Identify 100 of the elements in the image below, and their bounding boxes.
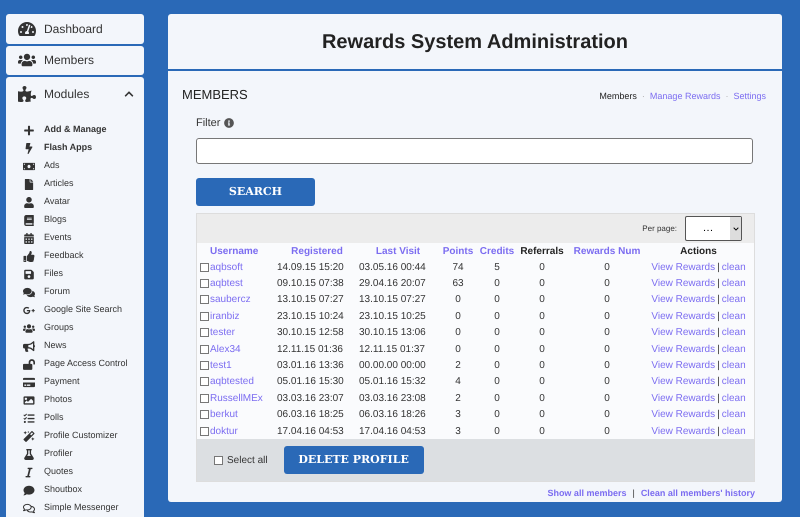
- column-header[interactable]: Points: [438, 244, 478, 258]
- module-link[interactable]: Articles: [23, 175, 144, 193]
- section-nav-link[interactable]: Members: [599, 90, 637, 104]
- username-link[interactable]: RussellMEx: [209, 390, 263, 406]
- row-checkbox[interactable]: [200, 279, 209, 288]
- select-all-label: Select all: [227, 454, 268, 468]
- column-header[interactable]: Rewards Num: [568, 244, 646, 258]
- action-link[interactable]: clean: [722, 342, 746, 357]
- section-nav-link[interactable]: Settings: [733, 90, 766, 104]
- modules-toggle[interactable]: Modules: [6, 77, 144, 111]
- search-button[interactable]: SEARCH: [196, 178, 315, 206]
- row-checkbox[interactable]: [200, 394, 209, 403]
- module-link[interactable]: Profile Customizer: [23, 427, 144, 445]
- module-link[interactable]: Ads: [23, 157, 144, 175]
- module-link[interactable]: Profiler: [23, 445, 144, 463]
- module-link[interactable]: Files: [23, 265, 144, 283]
- credit-card-icon: [23, 376, 35, 388]
- module-link[interactable]: Simple Messenger: [23, 499, 144, 517]
- row-checkbox[interactable]: [200, 426, 209, 436]
- action-link[interactable]: clean: [722, 358, 746, 374]
- action-link[interactable]: View Rewards: [651, 358, 716, 374]
- link-separator: |: [632, 487, 635, 500]
- module-link[interactable]: Shoutbox: [23, 481, 144, 499]
- sidebar-item[interactable]: Dashboard: [6, 14, 144, 44]
- module-link[interactable]: Quotes: [23, 463, 144, 481]
- table-cell-text: 4: [454, 375, 462, 390]
- action-link[interactable]: clean: [722, 407, 746, 422]
- column-header[interactable]: Username: [200, 244, 276, 258]
- section-nav-link[interactable]: Manage Rewards: [650, 90, 720, 104]
- action-link[interactable]: View Rewards: [651, 342, 716, 357]
- module-link[interactable]: Events: [23, 229, 144, 247]
- row-checkbox[interactable]: [200, 377, 209, 386]
- row-checkbox[interactable]: [200, 295, 209, 304]
- module-link[interactable]: Avatar: [23, 193, 144, 211]
- action-link[interactable]: View Rewards: [651, 390, 716, 406]
- module-link[interactable]: Groups: [23, 319, 144, 337]
- action-link[interactable]: View Rewards: [651, 325, 716, 340]
- module-link[interactable]: Google Site Search: [23, 301, 144, 319]
- action-link[interactable]: clean: [722, 292, 746, 308]
- action-link[interactable]: clean: [722, 374, 746, 390]
- row-checkbox[interactable]: [200, 262, 209, 272]
- module-link[interactable]: Page Access Control: [23, 355, 144, 373]
- column-header[interactable]: Last Visit: [358, 244, 438, 258]
- action-link[interactable]: View Rewards: [651, 424, 716, 439]
- megaphone-icon: [23, 340, 35, 352]
- module-link[interactable]: Photos: [23, 391, 144, 409]
- footer-link[interactable]: Show all members: [547, 487, 626, 501]
- sidebar-item[interactable]: Members: [6, 46, 144, 75]
- action-link[interactable]: View Rewards: [651, 276, 716, 292]
- module-link[interactable]: Add & Manage: [23, 121, 144, 139]
- username-link[interactable]: aqbsoft: [209, 260, 243, 275]
- action-link[interactable]: clean: [722, 260, 746, 275]
- footer-link[interactable]: Clean all members' history: [640, 487, 755, 501]
- username-link[interactable]: doktur: [209, 424, 238, 439]
- unlock-icon: [23, 358, 35, 370]
- username-link[interactable]: tester: [209, 325, 236, 340]
- module-link[interactable]: Flash Apps: [23, 139, 144, 157]
- table-cell-text: 0: [538, 310, 546, 324]
- row-checkbox[interactable]: [200, 344, 209, 354]
- delete-profile-button[interactable]: DELETE PROFILE: [284, 446, 424, 474]
- username-link[interactable]: aqbtested: [209, 374, 254, 390]
- column-header[interactable]: Credits: [478, 244, 516, 258]
- table-cell-text: 17.04.16 04:53: [358, 424, 427, 439]
- username-link[interactable]: Alex34: [209, 342, 241, 357]
- action-link[interactable]: View Rewards: [651, 260, 716, 275]
- action-link[interactable]: View Rewards: [651, 374, 716, 390]
- module-link[interactable]: Payment: [23, 373, 144, 391]
- action-link[interactable]: clean: [722, 424, 746, 439]
- table-cell-text: 0: [538, 375, 546, 390]
- comments-icon: [23, 286, 35, 298]
- select-all-checkbox[interactable]: [214, 456, 223, 465]
- row-checkbox[interactable]: [200, 361, 209, 370]
- username-link[interactable]: saubercz: [209, 292, 251, 308]
- module-link[interactable]: Forum: [23, 283, 144, 301]
- action-link[interactable]: clean: [722, 325, 746, 340]
- module-link[interactable]: News: [23, 337, 144, 355]
- per-page-select[interactable]: …: [685, 216, 742, 241]
- module-link[interactable]: Polls: [23, 409, 144, 427]
- action-link[interactable]: clean: [722, 390, 746, 406]
- username-link[interactable]: berkut: [209, 407, 238, 422]
- row-checkbox[interactable]: [200, 312, 209, 321]
- username-link[interactable]: iranbiz: [209, 308, 240, 324]
- module-link[interactable]: Blogs: [23, 211, 144, 229]
- filter-field[interactable]: [196, 138, 753, 164]
- action-link[interactable]: clean: [722, 308, 746, 324]
- action-link[interactable]: View Rewards: [651, 308, 716, 324]
- username-link[interactable]: aqbtest: [209, 276, 243, 292]
- comments-icon: [23, 502, 35, 514]
- column-header[interactable]: Registered: [276, 244, 358, 258]
- row-checkbox[interactable]: [200, 328, 209, 338]
- table-cell-text: 09.10.15 07:38: [276, 277, 345, 292]
- table-cell-text: 0: [603, 408, 611, 422]
- table-cell-text: 0: [454, 342, 462, 357]
- table-cell-text: 0: [538, 408, 546, 422]
- action-link[interactable]: View Rewards: [651, 407, 716, 422]
- action-link[interactable]: clean: [722, 276, 746, 292]
- row-checkbox[interactable]: [200, 410, 209, 420]
- username-link[interactable]: test1: [209, 358, 232, 374]
- action-link[interactable]: View Rewards: [651, 292, 716, 308]
- module-link[interactable]: Feedback: [23, 247, 144, 265]
